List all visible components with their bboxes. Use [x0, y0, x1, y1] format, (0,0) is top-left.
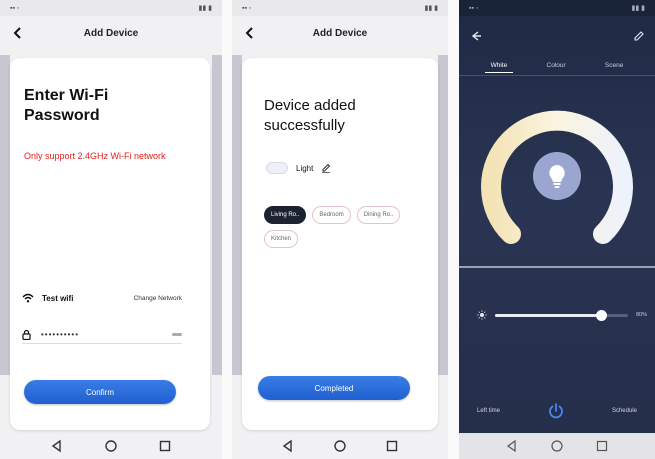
wifi-icon: [22, 293, 34, 303]
nav-recent-icon[interactable]: [595, 439, 609, 453]
back-icon[interactable]: [242, 25, 258, 41]
change-network-link[interactable]: Change Network: [134, 295, 182, 302]
status-bar: ▪▪ ◦ ▮▮ ▮: [0, 0, 222, 16]
success-title: Device added successfully: [264, 97, 356, 134]
control-actions: Left time Schedule: [459, 400, 655, 422]
system-nav-bar: [0, 433, 222, 459]
brightness-fill: [495, 313, 602, 317]
device-row: Light: [266, 162, 331, 174]
phone-enter-wifi: ▪▪ ◦ ▮▮ ▮ Add Device Enter Wi-Fi Passwor…: [0, 0, 222, 459]
wifi-card: Enter Wi-Fi Password Only support 2.4GHz…: [10, 58, 210, 430]
edit-icon[interactable]: [633, 30, 645, 42]
tab-colour[interactable]: Colour: [541, 59, 572, 72]
completed-button[interactable]: Completed: [258, 376, 410, 400]
brightness-value: 80%: [635, 312, 647, 318]
wifi-ssid: Test wifi: [42, 293, 74, 303]
tab-white[interactable]: White: [484, 59, 514, 73]
nav-back-icon[interactable]: [281, 439, 295, 453]
control-header: [459, 16, 655, 56]
edit-icon[interactable]: [321, 163, 331, 173]
result-card: Device added successfully Light Living R…: [242, 58, 438, 430]
page-title: Add Device: [312, 27, 368, 39]
eye-icon[interactable]: [172, 333, 182, 336]
device-thumbnail: [266, 162, 288, 174]
section-divider: [459, 266, 655, 268]
wifi-warning: Only support 2.4GHz Wi-Fi network: [24, 151, 166, 161]
nav-home-icon[interactable]: [550, 439, 564, 453]
room-chip-list: Living Ro.. Bedroom Dining Ro.. Kitchen: [264, 206, 424, 248]
back-icon[interactable]: [10, 25, 26, 41]
nav-recent-icon[interactable]: [385, 439, 399, 453]
nav-back-icon[interactable]: [505, 439, 519, 453]
status-left: ▪▪ ◦: [242, 4, 252, 12]
status-right: ▮▮ ▮: [198, 5, 212, 12]
page-title: Add Device: [83, 27, 139, 39]
nav-home-icon[interactable]: [333, 439, 347, 453]
brightness-track[interactable]: [495, 309, 628, 321]
status-right: ▮▮ ▮: [631, 5, 645, 12]
nav-recent-icon[interactable]: [158, 439, 172, 453]
bulb-icon: [549, 165, 565, 188]
mode-tabs: White Colour Scene: [459, 56, 655, 76]
light-toggle-button[interactable]: [533, 152, 581, 200]
side-strip-right: [212, 55, 222, 375]
room-chip[interactable]: Bedroom: [312, 206, 351, 224]
phone-light-control: ▪▪ ◦ ▮▮ ▮ White Colour Scene 80% Left ti…: [459, 0, 655, 459]
room-chip[interactable]: Living Ro..: [264, 206, 307, 224]
brightness-slider[interactable]: 80%: [477, 308, 647, 322]
wifi-title: Enter Wi-Fi Password: [24, 87, 109, 124]
screenshot-composite: ▪▪ ◦ ▮▮ ▮ Add Device Enter Wi-Fi Passwor…: [0, 0, 655, 459]
status-right: ▮▮ ▮: [424, 5, 438, 12]
nav-home-icon[interactable]: [104, 439, 118, 453]
password-value: ••••••••••: [41, 330, 80, 339]
status-bar: ▪▪ ◦ ▮▮ ▮: [232, 0, 448, 16]
phone-device-added: ▪▪ ◦ ▮▮ ▮ Add Device Device added succes…: [232, 0, 448, 459]
status-bar: ▪▪ ◦ ▮▮ ▮: [459, 0, 655, 16]
system-nav-bar: [459, 433, 655, 459]
back-icon[interactable]: [469, 29, 483, 43]
status-left: ▪▪ ◦: [10, 4, 20, 12]
tab-scene[interactable]: Scene: [599, 59, 629, 72]
lock-icon: [22, 329, 31, 340]
room-chip[interactable]: Kitchen: [264, 230, 299, 248]
wifi-network-row: Test wifi Change Network: [22, 290, 182, 306]
nav-back-icon[interactable]: [50, 439, 64, 453]
confirm-button[interactable]: Confirm: [24, 380, 176, 404]
app-header: Add Device: [232, 16, 448, 50]
app-header: Add Device: [0, 16, 222, 50]
system-nav-bar: [232, 433, 448, 459]
status-left: ▪▪ ◦: [469, 4, 479, 12]
schedule-button[interactable]: Schedule: [612, 408, 637, 414]
device-name: Light: [296, 163, 314, 173]
left-time-button[interactable]: Left time: [477, 408, 500, 414]
sun-icon: [477, 310, 487, 320]
room-chip[interactable]: Dining Ro..: [356, 206, 401, 224]
color-temperature-ring[interactable]: [477, 96, 637, 256]
password-field[interactable]: ••••••••••: [22, 326, 182, 344]
side-strip-right: [438, 55, 448, 375]
side-strip-left: [0, 55, 10, 375]
power-icon[interactable]: [547, 402, 565, 420]
side-strip-left: [232, 55, 242, 375]
brightness-knob[interactable]: [596, 309, 608, 321]
